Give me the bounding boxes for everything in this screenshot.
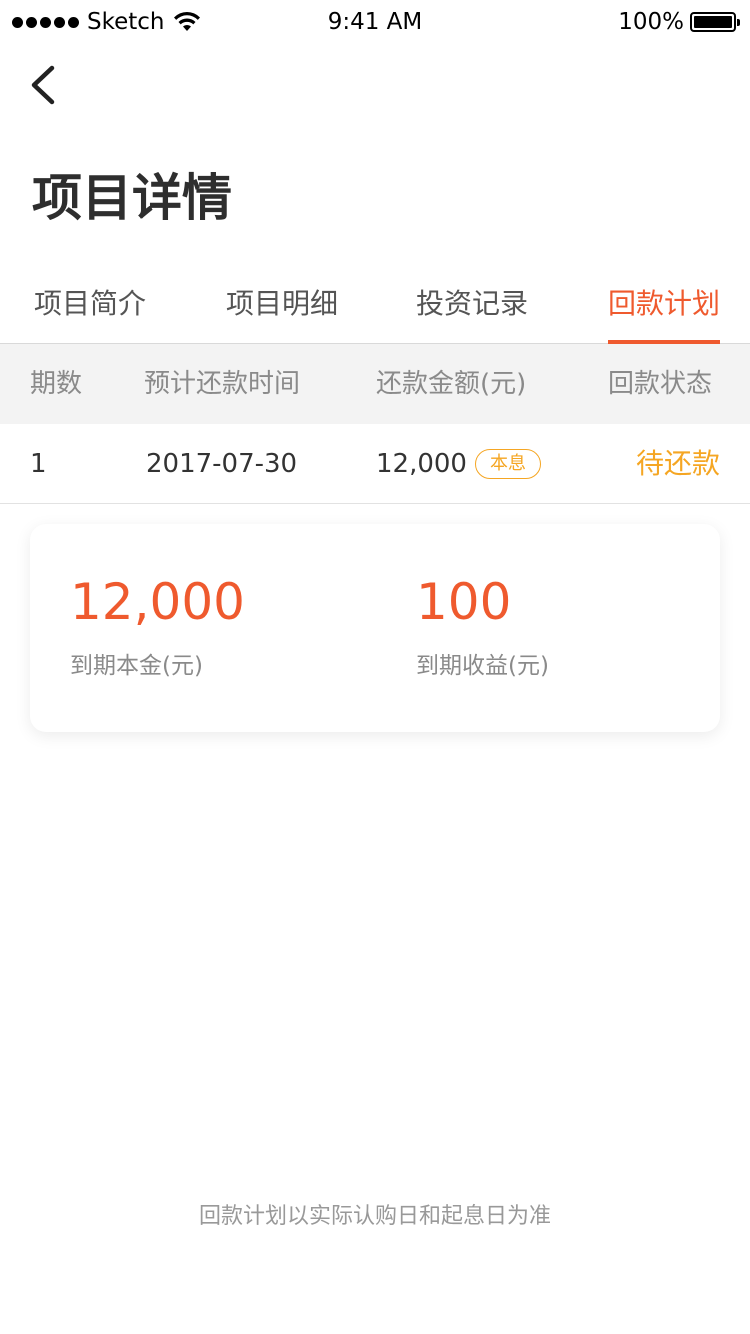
column-header-period: 期数: [30, 369, 83, 399]
footnote: 回款计划以实际认购日和起息日为准: [198, 1204, 551, 1229]
period-cell: 1: [30, 449, 47, 479]
principal-stat: 12,000 到期本金(元): [70, 570, 245, 682]
amount-value: 12,000: [376, 449, 467, 479]
chevron-left-icon: [31, 65, 55, 105]
principal-interest-badge: 本息: [474, 449, 541, 479]
battery-icon: [690, 12, 740, 32]
column-header-amount: 还款金额(元): [376, 369, 527, 399]
income-label: 到期收益(元): [416, 653, 549, 679]
income-stat: 100 到期收益(元): [416, 570, 549, 682]
principal-value: 12,000: [70, 573, 245, 631]
income-value: 100: [416, 573, 512, 631]
date-cell: 2017-07-30: [146, 449, 298, 479]
table-row: 1 2017-07-30 12,000 本息 待还款: [0, 424, 750, 504]
principal-label: 到期本金(元): [70, 653, 203, 679]
page-title: 项目详情: [32, 169, 232, 227]
tab-investment-records[interactable]: 投资记录: [416, 284, 528, 324]
tab-project-intro[interactable]: 项目简介: [34, 284, 146, 324]
battery-percentage: 100%: [618, 9, 684, 35]
table-header: 期数 预计还款时间 还款金额(元) 回款状态: [0, 344, 750, 424]
tab-bar: 项目简介 项目明细 投资记录 回款计划: [0, 274, 750, 344]
status-badge: 待还款: [635, 447, 720, 480]
amount-cell: 12,000 本息: [376, 444, 541, 484]
column-header-date: 预计还款时间: [144, 369, 301, 399]
status-bar: Sketch 9:41 AM 100%: [0, 0, 750, 44]
column-header-status: 回款状态: [608, 369, 713, 399]
tab-repayment-plan[interactable]: 回款计划: [608, 284, 720, 324]
back-button[interactable]: [24, 60, 64, 110]
tab-project-details[interactable]: 项目明细: [226, 284, 338, 324]
status-right: 100%: [618, 8, 740, 36]
summary-card: 12,000 到期本金(元) 100 到期收益(元): [30, 524, 720, 732]
